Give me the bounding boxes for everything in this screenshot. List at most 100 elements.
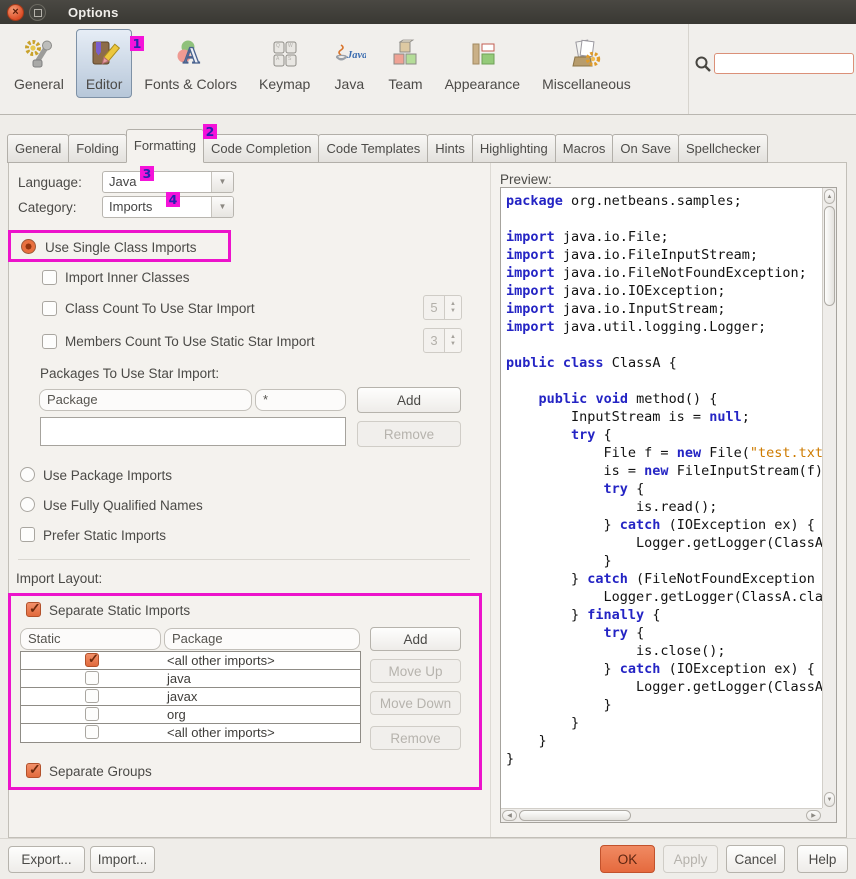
help-button[interactable]: Help — [797, 845, 848, 873]
class-count-spinner[interactable]: 5 ▲▼ — [423, 295, 463, 320]
star-remove-button[interactable]: Remove — [357, 421, 461, 447]
move-up-button[interactable]: Move Up — [370, 659, 461, 683]
toolbar-item-label: Miscellaneous — [542, 76, 631, 92]
scroll-right-icon[interactable]: ▶ — [806, 810, 821, 821]
spinner-arrows-icon[interactable]: ▲▼ — [444, 328, 462, 353]
toolbar-item-label: Appearance — [445, 76, 521, 92]
star-add-button[interactable]: Add — [357, 387, 461, 413]
category-value: Imports — [109, 199, 152, 214]
vertical-scrollbar[interactable]: ▲ ▼ — [822, 188, 836, 808]
tab-on-save[interactable]: On Save — [612, 134, 679, 163]
package-column-header[interactable]: Package — [164, 628, 360, 650]
class-count-checkbox[interactable] — [42, 301, 57, 316]
use-package-imports-radio[interactable] — [20, 467, 35, 482]
code-line: try { — [506, 480, 822, 498]
general-icon — [22, 37, 56, 71]
close-window-icon[interactable]: × — [7, 4, 24, 21]
row-package-cell: javax — [167, 689, 197, 704]
language-select[interactable]: Java ▼ — [102, 171, 234, 193]
tab-code-templates[interactable]: Code Templates — [318, 134, 428, 163]
toolbar-item-miscellaneous[interactable]: Miscellaneous — [532, 29, 641, 98]
maximize-window-icon[interactable] — [29, 4, 46, 21]
layout-add-button[interactable]: Add — [370, 627, 461, 651]
toolbar-items: GeneralEditorAFonts & ColorsQWASKeymapJa… — [4, 29, 643, 98]
editor-icon — [87, 37, 121, 71]
import-table-row[interactable]: <all other imports> — [21, 724, 360, 742]
apply-button[interactable]: Apply — [663, 845, 718, 873]
chevron-down-icon[interactable]: ▼ — [211, 197, 233, 217]
toolbar-item-java[interactable]: JavaJava — [322, 29, 376, 98]
import-table-row[interactable]: javax — [21, 688, 360, 706]
ok-button[interactable]: OK — [600, 845, 655, 873]
static-column-header[interactable]: Static — [20, 628, 161, 650]
layout-remove-button[interactable]: Remove — [370, 726, 461, 750]
import-table-row[interactable]: org — [21, 706, 360, 724]
separate-static-imports-checkbox[interactable] — [26, 602, 41, 617]
miscellaneous-icon — [569, 37, 603, 71]
toolbar-item-team[interactable]: Team — [378, 29, 432, 98]
code-line: is.read(); — [506, 498, 822, 516]
editor-tabs: GeneralFoldingFormattingCode CompletionC… — [8, 130, 768, 163]
star-column-header[interactable]: * — [255, 389, 346, 411]
code-line: is.close(); — [506, 642, 822, 660]
code-line: File f = new File("test.txt"); — [506, 444, 822, 462]
use-single-class-imports-radio[interactable] — [21, 239, 36, 254]
members-count-checkbox[interactable] — [42, 334, 57, 349]
prefer-static-imports-label: Prefer Static Imports — [43, 528, 166, 543]
scrollbar-corner — [822, 808, 836, 822]
cancel-button[interactable]: Cancel — [726, 845, 785, 873]
tab-macros[interactable]: Macros — [555, 134, 614, 163]
tab-spellchecker[interactable]: Spellchecker — [678, 134, 768, 163]
vertical-scroll-thumb[interactable] — [824, 206, 835, 306]
tab-highlighting[interactable]: Highlighting — [472, 134, 556, 163]
spinner-arrows-icon[interactable]: ▲▼ — [444, 295, 462, 320]
separate-groups-label: Separate Groups — [49, 764, 152, 779]
star-packages-list[interactable] — [40, 417, 346, 446]
tab-general[interactable]: General — [7, 134, 69, 163]
code-line: public void method() { — [506, 390, 822, 408]
toolbar-item-fonts-colors[interactable]: AFonts & Colors — [134, 29, 247, 98]
row-static-checkbox[interactable] — [85, 689, 99, 703]
row-static-checkbox[interactable] — [85, 707, 99, 721]
import-layout-table[interactable]: <all other imports>javajavaxorg<all othe… — [20, 651, 361, 743]
tab-folding[interactable]: Folding — [68, 134, 127, 163]
row-static-checkbox[interactable] — [85, 653, 99, 667]
row-static-checkbox[interactable] — [85, 725, 99, 739]
toolbar-item-appearance[interactable]: Appearance — [435, 29, 531, 98]
row-static-checkbox[interactable] — [85, 671, 99, 685]
toolbar-item-general[interactable]: General — [4, 29, 74, 98]
star-packages-label: Packages To Use Star Import: — [40, 366, 219, 381]
team-icon — [388, 37, 422, 71]
search-input[interactable] — [714, 53, 854, 74]
use-fully-qualified-radio[interactable] — [20, 497, 35, 512]
scroll-left-icon[interactable]: ◀ — [502, 810, 517, 821]
chevron-down-icon[interactable]: ▼ — [211, 172, 233, 192]
code-line: } catch (IOException ex) { — [506, 660, 822, 678]
separate-groups-checkbox[interactable] — [26, 763, 41, 778]
prefer-static-imports-checkbox[interactable] — [20, 527, 35, 542]
members-count-spinner[interactable]: 3 ▲▼ — [423, 328, 463, 353]
horizontal-scroll-thumb[interactable] — [519, 810, 631, 821]
horizontal-scrollbar[interactable]: ◀ ▶ — [501, 808, 822, 822]
section-separator — [18, 559, 470, 560]
code-line: } — [506, 714, 822, 732]
import-inner-classes-checkbox[interactable] — [42, 270, 57, 285]
scroll-down-icon[interactable]: ▼ — [824, 792, 835, 807]
import-button[interactable]: Import... — [90, 846, 155, 873]
tab-hints[interactable]: Hints — [427, 134, 473, 163]
import-table-row[interactable]: java — [21, 670, 360, 688]
toolbar-item-keymap[interactable]: QWASKeymap — [249, 29, 320, 98]
tab-code-completion[interactable]: Code Completion — [203, 134, 319, 163]
import-table-row[interactable]: <all other imports> — [21, 652, 360, 670]
toolbar-item-editor[interactable]: Editor — [76, 29, 133, 98]
code-line — [506, 372, 822, 390]
code-line: Logger.getLogger(ClassA.class.getName())… — [506, 588, 822, 606]
toolbar-item-label: Team — [388, 76, 422, 92]
code-line: import java.io.File; — [506, 228, 822, 246]
scroll-up-icon[interactable]: ▲ — [824, 189, 835, 204]
move-down-button[interactable]: Move Down — [370, 691, 461, 715]
star-package-column-header[interactable]: Package — [39, 389, 252, 411]
export-button[interactable]: Export... — [8, 846, 85, 873]
tab-formatting[interactable]: Formatting — [126, 129, 204, 163]
code-line: import java.io.FileInputStream; — [506, 246, 822, 264]
